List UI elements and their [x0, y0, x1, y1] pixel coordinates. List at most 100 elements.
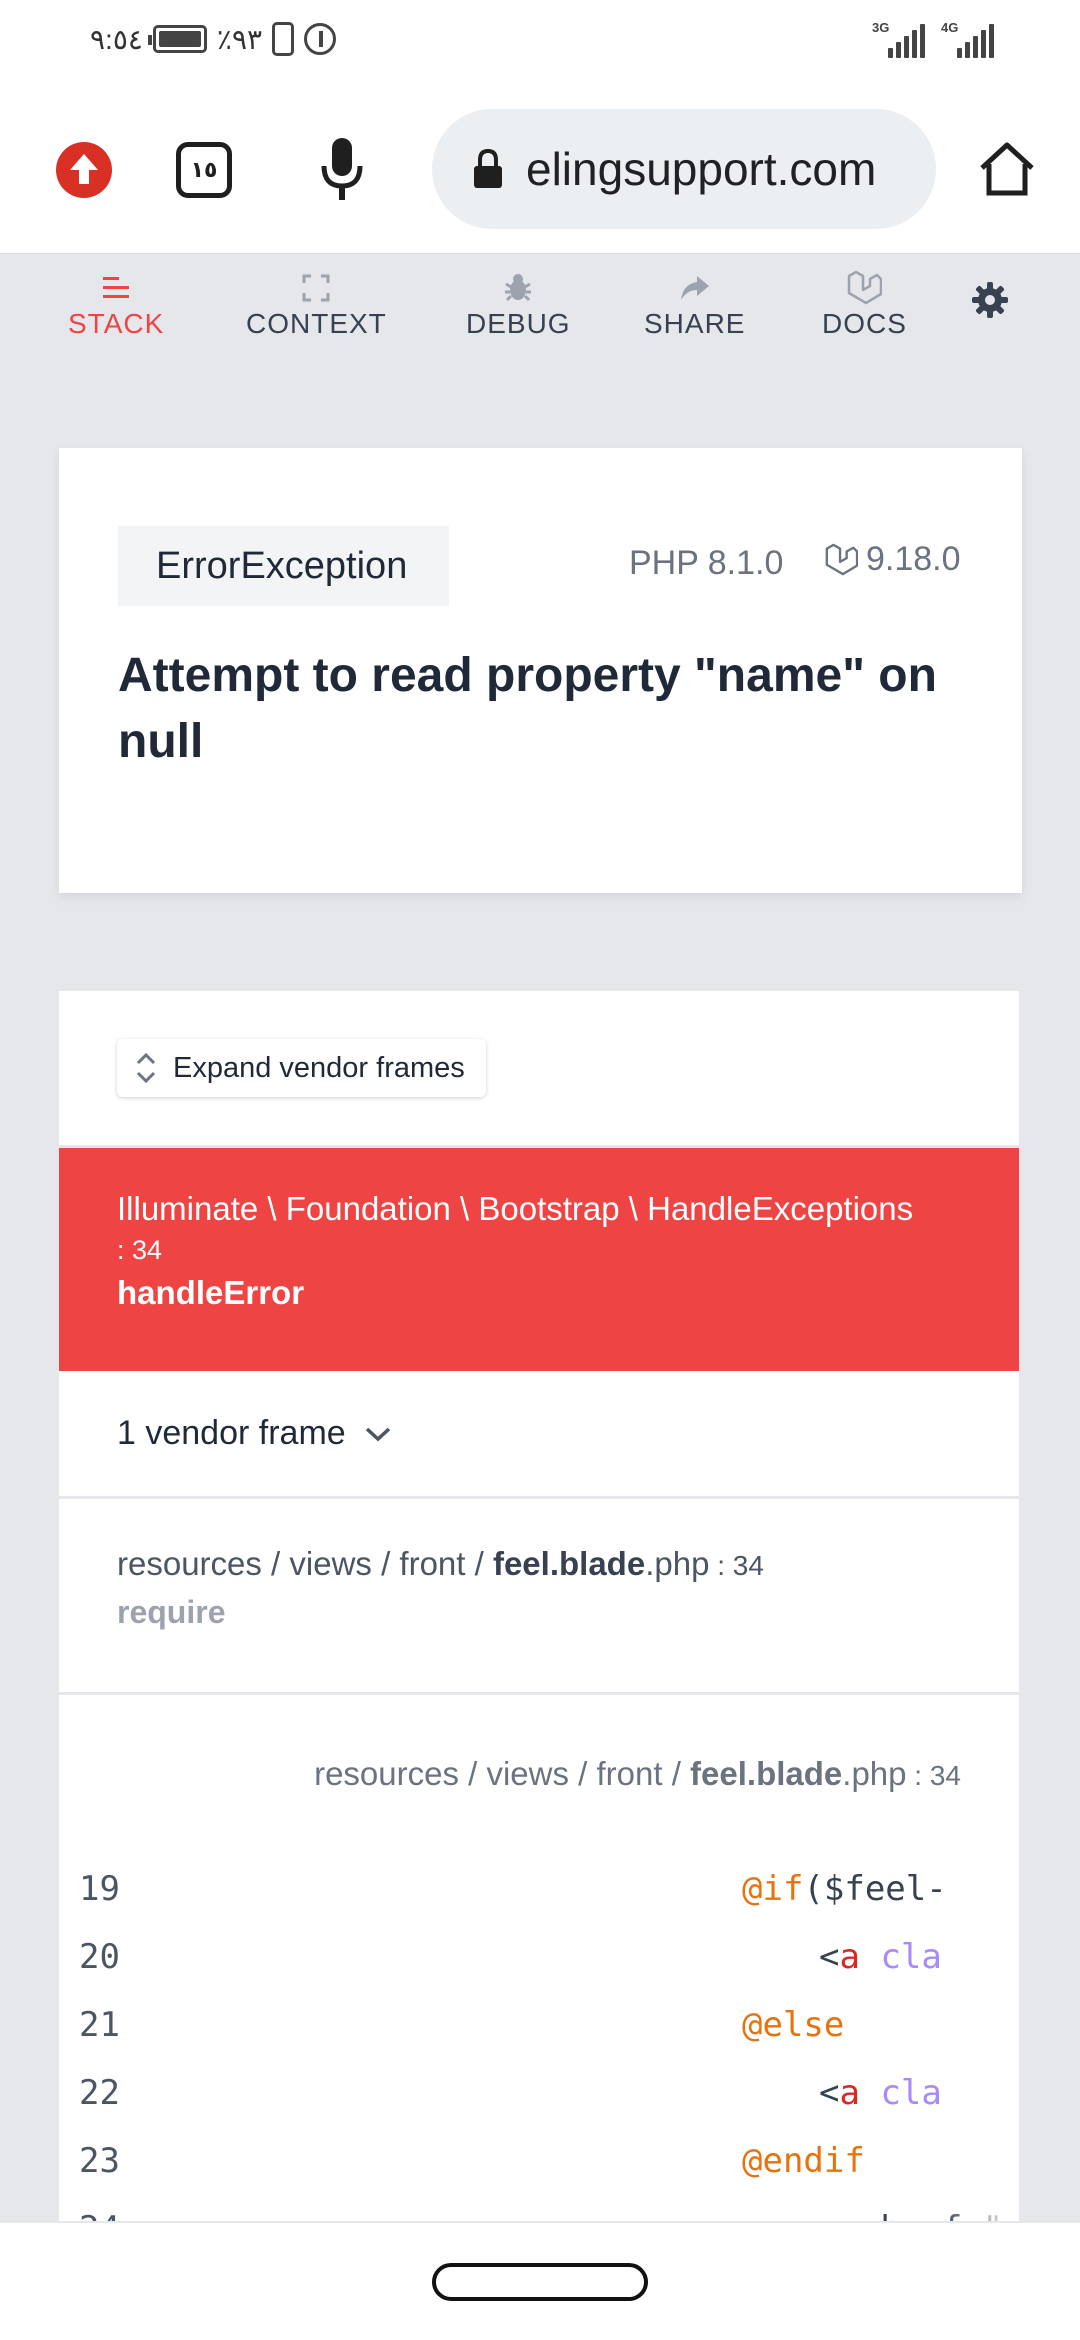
code-line: 20 <a cla: [59, 1937, 1019, 2005]
battery-icon: [147, 25, 207, 53]
tab-context[interactable]: CONTEXT: [246, 268, 387, 340]
network-3g-label: 3G: [872, 20, 890, 35]
tab-stack[interactable]: STACK: [68, 268, 164, 340]
code-token: ($feel-: [803, 1869, 947, 1909]
stack-frame-active[interactable]: Illuminate \ Foundation \ Bootstrap \ Ha…: [59, 1148, 1019, 1371]
code-line-number: 20: [79, 1937, 120, 1977]
code-token: <: [819, 2073, 840, 2113]
code-line: 22 <a cla: [59, 2073, 1019, 2141]
lock-icon: [474, 148, 502, 188]
code-line-source: <a cla: [819, 1937, 942, 1977]
data-saver-icon: [304, 23, 337, 55]
chevron-up-down-icon: [136, 1052, 156, 1084]
code-line: 23 @endif: [59, 2141, 1019, 2209]
code-token: cla: [859, 1937, 942, 1977]
code-line: 24<a href=": [59, 2209, 1019, 2221]
vibrate-icon: [272, 22, 295, 56]
expand-vendor-frames-button[interactable]: Expand vendor frames: [117, 1039, 486, 1097]
exception-class-badge: ErrorException: [118, 526, 449, 606]
code-line: : 34: [906, 1760, 961, 1791]
tab-label: STACK: [68, 308, 165, 339]
code-line-source: @else: [742, 2005, 844, 2045]
tab-docs[interactable]: DOCS: [822, 268, 907, 340]
signal-3g-icon: 3G: [872, 20, 925, 58]
code-token: <: [819, 1937, 840, 1977]
frame-class: Illuminate \ Foundation \ Bootstrap \ Ha…: [117, 1190, 914, 1227]
code-token: cla: [859, 2073, 942, 2113]
tab-label: CONTEXT: [246, 308, 387, 339]
code-token: a: [839, 2073, 860, 2113]
gear-icon: [972, 282, 1008, 318]
frame-path: resources / views / front / feel.blade.p…: [117, 1541, 961, 1589]
settings-button[interactable]: [970, 280, 1010, 325]
frame-function: require: [117, 1594, 226, 1630]
tab-switcher-button[interactable]: ١٥: [176, 142, 232, 198]
home-icon: [980, 142, 1034, 196]
code-line-number: 22: [79, 2073, 120, 2113]
code-line: 21 @else: [59, 2005, 1019, 2073]
code-line-number: 23: [79, 2141, 120, 2181]
code-line-number: 19: [79, 1869, 120, 1909]
tab-label: DOCS: [822, 308, 907, 339]
stack-frame-app[interactable]: resources / views / front / feel.blade.p…: [59, 1499, 1019, 1695]
expand-vendor-frames-label: Expand vendor frames: [173, 1051, 465, 1084]
error-summary-card: ErrorException PHP 8.1.0 9.18.0 Attempt …: [59, 448, 1022, 893]
laravel-version: 9.18.0: [824, 540, 961, 579]
home-gesture-handle[interactable]: [432, 2263, 648, 2301]
address-bar[interactable]: elingsupport.com: [432, 109, 936, 229]
frame-path-prefix: resources / views / front /: [117, 1545, 493, 1582]
home-button[interactable]: [978, 140, 1036, 203]
tab-label: DEBUG: [466, 308, 571, 339]
frame-line: : 34: [117, 1235, 163, 1265]
clock: ٩:٥٤: [90, 23, 143, 55]
battery-percent: ٪٩٣: [216, 23, 263, 55]
code-snippet: 19 @if($feel- 20 <a cla 21 @else 22 <a cla 23 @en…: [59, 1851, 1019, 2221]
frame-file-name: feel.blade: [492, 1545, 646, 1582]
code-line-number: 24: [79, 2209, 120, 2221]
tab-label: SHARE: [644, 308, 746, 339]
url-text: elingsupport.com: [526, 143, 877, 195]
frame-function: handleError: [117, 1274, 305, 1311]
system-nav-bar: [0, 2222, 1080, 2340]
code-line-source: @endif: [742, 2141, 865, 2181]
vendor-frames-label: 1 vendor frame: [117, 1414, 346, 1452]
error-message: Attempt to read property "name" on null: [118, 649, 937, 768]
tab-debug[interactable]: DEBUG: [466, 268, 571, 340]
status-right-group: 3G 4G: [872, 20, 994, 58]
code-file-name: feel.blade: [690, 1755, 843, 1792]
status-left-group: ٩:٥٤ ٪٩٣: [90, 22, 337, 56]
exception-class: ErrorException: [156, 544, 408, 587]
expand-row: Expand vendor frames: [59, 991, 1019, 1148]
network-4g-label: 4G: [941, 20, 959, 35]
code-line: 19 @if($feel-: [59, 1869, 1019, 1937]
browser-toolbar: ١٥ elingsupport.com: [0, 84, 1080, 254]
share-icon: [679, 268, 711, 308]
code-token: @endif: [742, 2141, 865, 2181]
context-icon: [301, 268, 331, 308]
ignition-tabbar: STACK CONTEXT DEBUG SHARE DOCS: [0, 254, 1080, 354]
browser-update-button[interactable]: [56, 142, 112, 198]
chevron-down-icon: [365, 1427, 390, 1441]
code-file-path: resources / views / front / feel.blade.p…: [314, 1755, 961, 1793]
code-file-ext: .php: [842, 1755, 907, 1792]
tab-count: ١٥: [190, 157, 218, 182]
vendor-frames-toggle[interactable]: 1 vendor frame: [59, 1371, 1019, 1499]
code-fade-overlay: [939, 1851, 1019, 2221]
php-version: PHP 8.1.0: [629, 544, 784, 582]
code-path-prefix: resources / views / front /: [314, 1755, 691, 1792]
code-line-number: 21: [79, 2005, 120, 2045]
voice-search-button[interactable]: [318, 136, 366, 207]
code-line-source: @if($feel-: [742, 1869, 947, 1909]
bug-icon: [502, 268, 534, 308]
tab-share[interactable]: SHARE: [644, 268, 745, 340]
signal-4g-icon: 4G: [941, 20, 994, 58]
arrow-up-icon: [70, 154, 98, 184]
laravel-icon: [825, 543, 858, 575]
stack-icon: [101, 268, 131, 308]
laravel-version-text: 9.18.0: [866, 540, 961, 578]
status-bar: ٩:٥٤ ٪٩٣ 3G 4G: [0, 0, 1080, 84]
code-token: @if: [742, 1869, 804, 1909]
laravel-icon: [846, 268, 883, 308]
frame-line: : 34: [709, 1550, 764, 1581]
code-token: a: [839, 1937, 860, 1977]
